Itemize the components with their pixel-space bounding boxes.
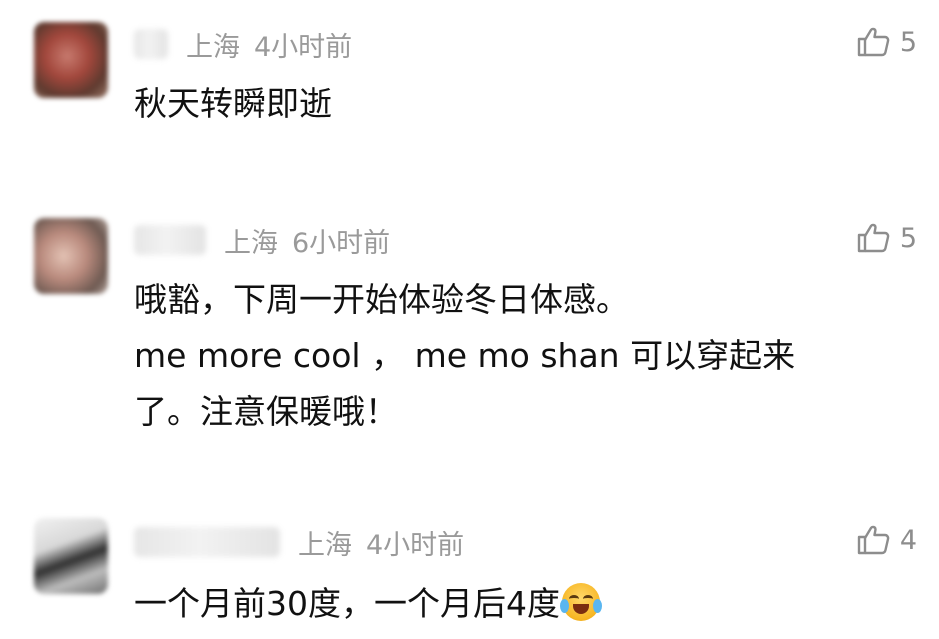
thumbs-up-icon [857,525,890,555]
timestamp: 4小时前 [366,529,465,561]
like-button[interactable]: 4 [856,524,917,556]
avatar[interactable] [34,518,108,594]
comment-text-line: 一个月前30度，一个月后4度 [134,576,894,632]
username-blurred[interactable] [134,527,280,557]
comment-meta: 上海 4小时前 [134,522,464,562]
comment-item: 上海 4小时前 4 一个月前30度，一个月后4度 [0,0,939,639]
location: 上海 [298,529,352,561]
like-count: 4 [899,524,917,556]
crying-laughing-emoji-icon [560,583,602,621]
comment-text: 一个月前30度，一个月后4度 [134,584,560,623]
